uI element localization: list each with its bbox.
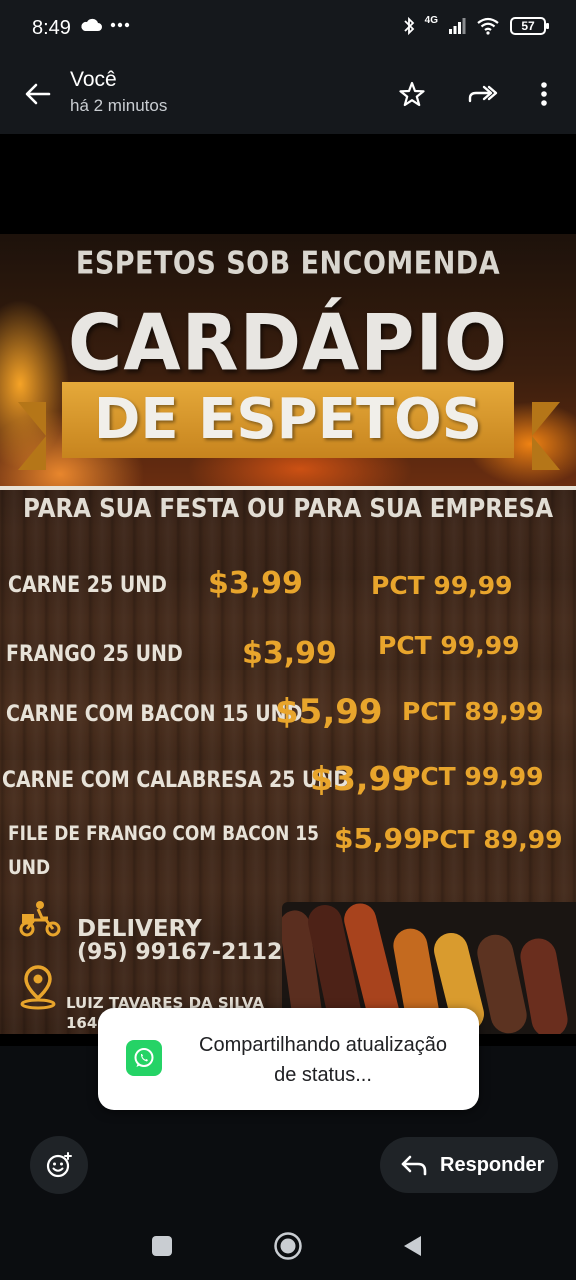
home-icon xyxy=(274,1232,302,1260)
back-triangle-icon xyxy=(404,1236,421,1256)
ribbon-tail-left xyxy=(18,402,46,470)
post-time: há 2 minutos xyxy=(70,96,168,115)
forward-icon xyxy=(468,85,498,103)
menu-item-pack-price: PCT 99,99 xyxy=(378,631,520,660)
star-button[interactable] xyxy=(392,74,432,114)
toast-line-1: Compartilhando atualização xyxy=(199,1034,447,1056)
ribbon-tail-right xyxy=(532,402,560,470)
network-type: 4G xyxy=(424,14,438,26)
toast-line-2: de status... xyxy=(274,1064,372,1086)
star-icon xyxy=(399,81,425,107)
battery-level: 57 xyxy=(521,19,535,33)
status-viewer-header: Você há 2 minutos xyxy=(0,60,576,134)
delivery-label: DELIVERY xyxy=(77,916,202,942)
reply-button[interactable]: Responder xyxy=(380,1137,558,1193)
motorcycle-icon xyxy=(19,901,61,937)
wifi-icon xyxy=(477,17,499,35)
status-left-icons xyxy=(80,18,130,32)
menu-item-price: $3,99 xyxy=(208,566,303,601)
overflow-menu-button[interactable] xyxy=(524,74,564,114)
menu-item-pack-price: PCT 99,99 xyxy=(371,571,513,600)
overflow-menu-icon xyxy=(541,82,547,106)
menu-item-name: CARNE 25 UND xyxy=(8,572,167,598)
bluetooth-icon xyxy=(404,16,414,36)
menu-item-price: $3,99 xyxy=(242,636,337,671)
reply-label: Responder xyxy=(440,1153,545,1176)
flyer-headline-main: CARDÁPIO xyxy=(68,297,508,389)
menu-item-name-cont: UND xyxy=(8,856,51,880)
menu-item-pack-price: PCT 89,99 xyxy=(402,697,544,726)
page-title: Você xyxy=(70,68,117,91)
menu-item-name: CARNE COM CALABRESA 25 UND xyxy=(2,767,350,793)
back-arrow-icon xyxy=(25,83,51,105)
cloud-icon xyxy=(81,18,102,31)
battery-icon: 57 xyxy=(510,17,549,35)
recents-button[interactable] xyxy=(142,1226,182,1266)
menu-flyer-image: ESPETOS SOB ENCOMENDA CARDÁPIO DE ESPETO… xyxy=(0,234,576,1034)
whatsapp-icon xyxy=(126,1040,162,1076)
delivery-phone: (95) 99167-2112 xyxy=(77,940,283,965)
status-media[interactable]: ESPETOS SOB ENCOMENDA CARDÁPIO DE ESPETO… xyxy=(0,134,576,1046)
menu-item-name: CARNE COM BACON 15 UND xyxy=(6,701,303,727)
more-dots-icon xyxy=(110,22,130,28)
header-title-block: Você há 2 minutos xyxy=(70,68,167,116)
flyer-headline-top: ESPETOS SOB ENCOMENDA xyxy=(75,245,501,282)
location-pin-icon xyxy=(20,965,56,1010)
menu-item-pack-price: PCT 89,99 xyxy=(421,825,563,854)
back-nav-button[interactable] xyxy=(392,1226,432,1266)
status-bar: 8:49 4G 57 xyxy=(0,0,576,60)
sharing-toast: Compartilhando atualização de status... xyxy=(98,1008,479,1110)
back-button[interactable] xyxy=(18,74,58,114)
reply-arrow-icon xyxy=(401,1155,427,1176)
system-navigation-bar xyxy=(0,1208,576,1280)
signal-icon xyxy=(449,18,466,34)
flyer-subtitle: PARA SUA FESTA OU PARA SUA EMPRESA xyxy=(23,494,553,524)
status-right-icons: 4G 57 xyxy=(403,14,549,36)
home-button[interactable] xyxy=(268,1226,308,1266)
menu-item-price: $5,99 xyxy=(275,692,383,732)
flyer-ribbon-text: DE ESPETOS xyxy=(93,387,483,452)
recents-icon xyxy=(152,1236,172,1256)
forward-button[interactable] xyxy=(462,74,502,114)
emoji-reaction-button[interactable] xyxy=(30,1136,88,1194)
menu-item-price: $3,99 xyxy=(310,759,415,798)
menu-item-name: FRANGO 25 UND xyxy=(6,641,183,667)
menu-item-name: FILE DE FRANGO COM BACON 15 xyxy=(8,822,319,846)
status-time: 8:49 xyxy=(32,17,71,39)
menu-item-pack-price: PCT 99,99 xyxy=(402,762,544,791)
toast-message: Compartilhando atualização de status... xyxy=(178,1030,468,1090)
emoji-add-icon xyxy=(46,1152,72,1178)
menu-item-price: $5,99 xyxy=(334,822,423,855)
